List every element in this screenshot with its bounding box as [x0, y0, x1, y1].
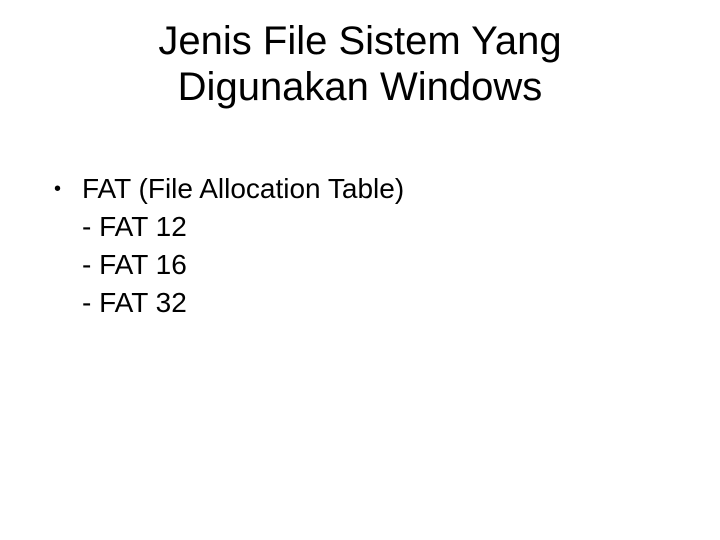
title-line-1: Jenis File Sistem Yang [0, 18, 720, 64]
slide: Jenis File Sistem Yang Digunakan Windows… [0, 0, 720, 540]
sub-item-2: - FAT 16 [54, 246, 666, 284]
bullet-marker: • [54, 170, 82, 208]
title-line-2: Digunakan Windows [0, 64, 720, 110]
slide-title: Jenis File Sistem Yang Digunakan Windows [0, 18, 720, 110]
bullet-item: • FAT (File Allocation Table) [54, 170, 666, 208]
sub-item-3: - FAT 32 [54, 284, 666, 322]
slide-body: • FAT (File Allocation Table) - FAT 12 -… [54, 170, 666, 321]
bullet-text: FAT (File Allocation Table) [82, 170, 666, 208]
sub-item-1: - FAT 12 [54, 208, 666, 246]
